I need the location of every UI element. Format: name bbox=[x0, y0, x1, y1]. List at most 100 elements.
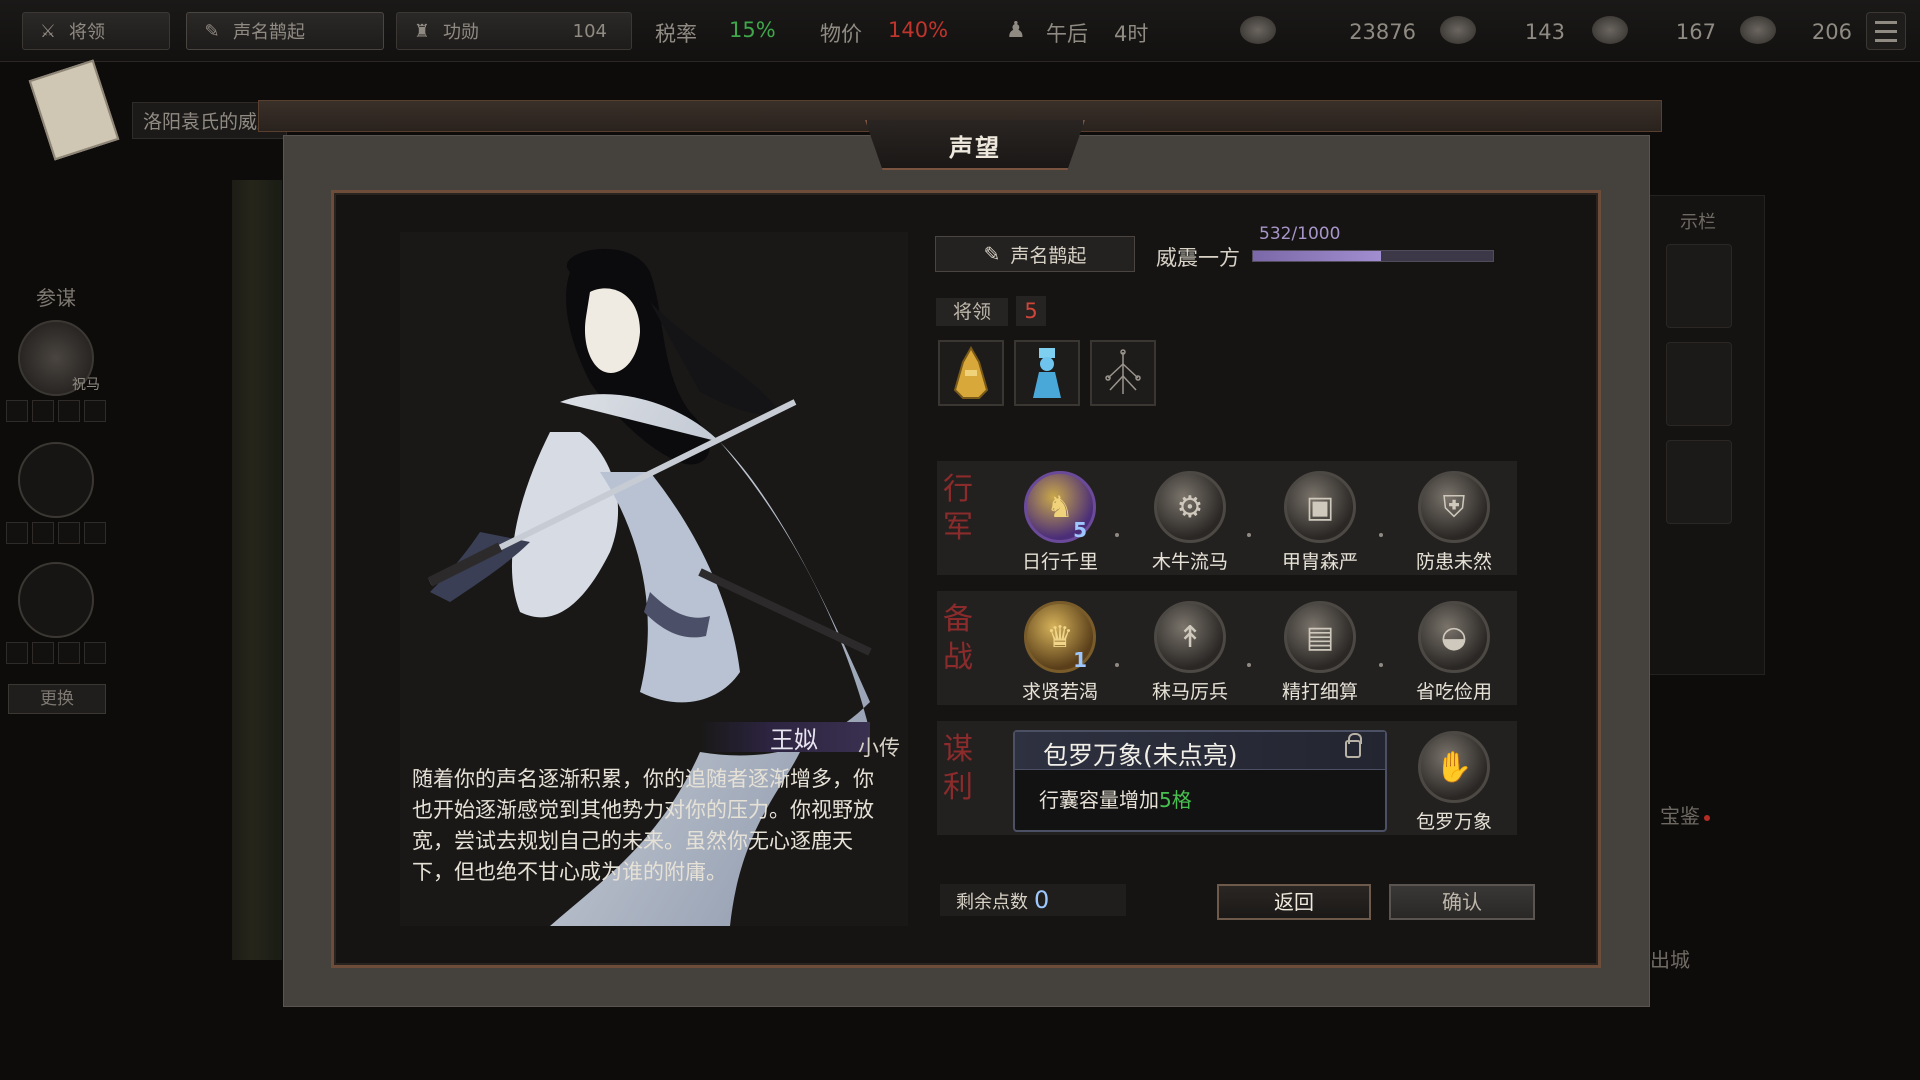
material-icon bbox=[1592, 16, 1628, 44]
scroll-icon: ✎ bbox=[204, 20, 220, 42]
skill-item[interactable]: ✋ 包罗万象 bbox=[1399, 731, 1509, 834]
lock-icon bbox=[1345, 733, 1362, 758]
time-hour: 4时 bbox=[1114, 22, 1149, 46]
skill-item[interactable]: ♞ 5 日行千里 bbox=[1005, 471, 1115, 574]
reputation-progress-bar bbox=[1252, 250, 1494, 262]
cart-icon: ⚙ bbox=[1154, 471, 1226, 543]
side-item[interactable] bbox=[1666, 440, 1732, 524]
skill-name: 日行千里 bbox=[1021, 551, 1098, 573]
skill-level: 5 bbox=[1073, 518, 1087, 542]
skill-item[interactable]: ⚙ 木牛流马 bbox=[1135, 471, 1245, 574]
top-bar: ⚔ 将领 ✎ 声名鹊起 ♜ 功勋 104 税率 15% 物价 140% ♟ 午后… bbox=[0, 0, 1920, 62]
side-item[interactable] bbox=[1666, 244, 1732, 328]
advisor-name: 祝马 bbox=[72, 377, 100, 393]
treasure-link[interactable]: 宝鉴 bbox=[1660, 800, 1710, 829]
time-label: 午后 bbox=[1046, 22, 1088, 46]
biography-button[interactable]: 小传 bbox=[858, 732, 900, 762]
back-button[interactable]: 返回 bbox=[1217, 884, 1371, 920]
skill-item[interactable]: ↟ 秣马厉兵 bbox=[1135, 601, 1245, 704]
merit-icon: ♜ bbox=[413, 20, 431, 42]
tooltip-desc-highlight: 5格 bbox=[1159, 788, 1192, 812]
skill-item[interactable]: ⛨ 防患未然 bbox=[1399, 471, 1509, 574]
horse-icon: ♞ 5 bbox=[1024, 471, 1096, 543]
lantern-icon: ♟ bbox=[1006, 18, 1026, 43]
current-rank-label: 声名鹊起 bbox=[1010, 244, 1087, 267]
merit-value: 104 bbox=[572, 20, 607, 42]
tax-label: 税率 bbox=[655, 22, 697, 46]
skill-level: 1 bbox=[1073, 648, 1087, 672]
intel-value: 206 bbox=[1811, 20, 1852, 44]
gold-value: 23876 bbox=[1349, 20, 1416, 44]
connector-dot bbox=[1115, 663, 1119, 667]
empty-advisor-slot[interactable] bbox=[18, 562, 94, 638]
letter-icon bbox=[28, 59, 120, 161]
tooltip-title: 包罗万象(未点亮) bbox=[1043, 741, 1238, 770]
skill-name: 省吃俭用 bbox=[1415, 681, 1492, 703]
tooltip-desc-text: 行囊容量增加 bbox=[1039, 788, 1159, 812]
skill-item[interactable]: ▤ 精打细算 bbox=[1265, 601, 1375, 704]
advisor-slots bbox=[6, 642, 106, 664]
menu-icon[interactable] bbox=[1866, 12, 1906, 50]
material-value: 167 bbox=[1675, 20, 1716, 44]
advisor-slots bbox=[6, 400, 106, 422]
skill-item[interactable]: ◒ 省吃俭用 bbox=[1399, 601, 1509, 704]
empty-advisor-slot[interactable] bbox=[18, 442, 94, 518]
row-label-march: 行军 bbox=[943, 472, 973, 545]
side-bar-title: 示栏 bbox=[1680, 212, 1716, 233]
next-rank-label: 威震一方 bbox=[1156, 246, 1240, 270]
tooltip-description: 行囊容量增加5格 bbox=[1039, 784, 1192, 813]
golden-armor-icon[interactable] bbox=[938, 340, 1004, 406]
fame-button[interactable]: ✎ 声名鹊起 bbox=[186, 12, 384, 50]
exit-city-link[interactable]: 出城 bbox=[1650, 944, 1690, 973]
tree-diagram-icon[interactable] bbox=[1090, 340, 1156, 406]
side-bar-right: 示栏 bbox=[1645, 195, 1765, 675]
food-value: 143 bbox=[1524, 20, 1565, 44]
modal-title: 声望 bbox=[949, 134, 1001, 162]
points-value: 0 bbox=[1034, 886, 1050, 914]
generals-count-label: 将领 bbox=[936, 298, 1008, 326]
connector-dot bbox=[1379, 533, 1383, 537]
connector-dot bbox=[1115, 533, 1119, 537]
notification-dot bbox=[1704, 814, 1710, 821]
advisor-panel: 参谋 祝马 更换 bbox=[0, 270, 110, 730]
row-label-profit: 谋利 bbox=[943, 732, 973, 805]
remaining-points: 剩余点数 0 bbox=[940, 884, 1126, 916]
skill-name: 秣马厉兵 bbox=[1151, 681, 1228, 703]
treasure-label: 宝鉴 bbox=[1660, 804, 1700, 828]
connector-dot bbox=[1247, 533, 1251, 537]
confirm-button[interactable]: 确认 bbox=[1389, 884, 1535, 920]
skill-name: 精打细算 bbox=[1281, 681, 1358, 703]
connector-dot bbox=[1379, 663, 1383, 667]
fame-label: 声名鹊起 bbox=[233, 22, 305, 43]
skill-name: 防患未然 bbox=[1415, 551, 1492, 573]
skill-row-prepare: 备战 ♛ 1 求贤若渴 ↟ 秣马厉兵 ▤ 精打细算 ◒ 省吃俭用 bbox=[937, 591, 1517, 705]
side-item[interactable] bbox=[1666, 342, 1732, 426]
general-perks bbox=[938, 340, 1156, 406]
merit-label: 功勋 bbox=[443, 22, 479, 43]
spear-icon: ↟ bbox=[1154, 601, 1226, 673]
reputation-progress-text: 532/1000 bbox=[1259, 224, 1341, 244]
reputation-progress-fill bbox=[1253, 251, 1381, 261]
generals-count: 5 bbox=[1016, 296, 1046, 326]
generals-label: 将领 bbox=[69, 22, 105, 43]
skill-name: 木牛流马 bbox=[1151, 551, 1228, 573]
character-name-tag: 王姒 小传 bbox=[700, 718, 910, 760]
skill-item[interactable]: ▣ 甲胄森严 bbox=[1265, 471, 1375, 574]
shield-icon: ⛨ bbox=[1418, 471, 1490, 543]
generals-icon: ⚔ bbox=[39, 20, 57, 42]
scroll-icon: ✎ bbox=[983, 242, 1001, 266]
current-rank-badge: ✎ 声名鹊起 bbox=[935, 236, 1135, 272]
change-advisor-button[interactable]: 更换 bbox=[8, 684, 106, 714]
merit-button[interactable]: ♜ 功勋 104 bbox=[396, 12, 632, 50]
blue-robe-icon[interactable] bbox=[1014, 340, 1080, 406]
advisor-slots bbox=[6, 522, 106, 544]
map-background bbox=[232, 180, 282, 960]
advisor-label: 参谋 bbox=[36, 286, 76, 310]
generals-button[interactable]: ⚔ 将领 bbox=[22, 12, 170, 50]
food-icon bbox=[1440, 16, 1476, 44]
connector-dot bbox=[1247, 663, 1251, 667]
skill-row-march: 行军 ♞ 5 日行千里 ⚙ 木牛流马 ▣ 甲胄森严 ⛨ 防患未然 bbox=[937, 461, 1517, 575]
scholar-icon: ♛ 1 bbox=[1024, 601, 1096, 673]
skill-item[interactable]: ♛ 1 求贤若渴 bbox=[1005, 601, 1115, 704]
points-label: 剩余点数 bbox=[956, 892, 1028, 913]
